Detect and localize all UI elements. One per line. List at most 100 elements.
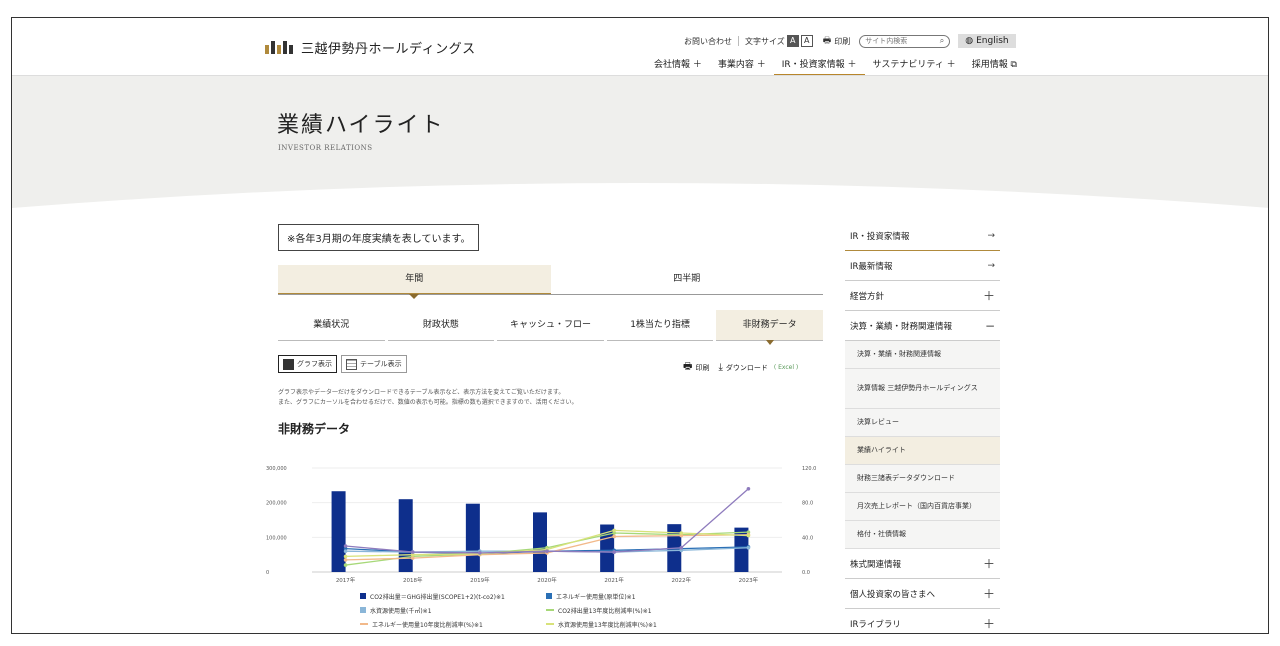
- sidebar-item-label: 株式関連情報: [850, 559, 902, 570]
- sidebar-subitem[interactable]: 業績ハイライト: [845, 437, 1000, 465]
- x-tick-label: 2018年: [403, 576, 423, 584]
- tab-quarterly[interactable]: 四半期: [551, 265, 824, 294]
- data-category-tabs: 業績状況 財政状態 キャッシュ・フロー 1株当たり指標 非財務データ: [278, 310, 823, 341]
- legend-label: エネルギー使用量(原単位)※1: [556, 593, 636, 601]
- sidebar-item-label: IRライブラリ: [850, 619, 901, 630]
- sidebar-item-label: 決算・業績・財務関連情報: [850, 321, 953, 332]
- y-right-tick-label: 0.0: [802, 570, 810, 576]
- sidebar-subitem[interactable]: 格付・社債情報: [845, 521, 1000, 549]
- legend-label: 水資源使用量13年度比削減率(%)※1: [558, 621, 657, 629]
- bar: [331, 491, 346, 572]
- tab-financial-position[interactable]: 財政状態: [387, 310, 495, 341]
- sidebar-item[interactable]: 経営方針 ＋: [845, 281, 1000, 311]
- legend-swatch: [546, 593, 552, 599]
- legend-item[interactable]: エネルギー使用量(原単位)※1: [546, 592, 732, 601]
- series-point: [343, 554, 348, 559]
- font-size-small-button[interactable]: A: [800, 35, 813, 47]
- arrow-right-icon: →: [987, 230, 995, 241]
- page-hero: 業績ハイライト INVESTOR RELATIONS: [12, 75, 1268, 210]
- ir-sidebar-nav: IR・投資家情報 → IR最新情報 → 経営方針＋決算・業績・財務関連情報 − 決算・業績・…: [845, 221, 1000, 633]
- download-icon[interactable]: ⤓: [718, 362, 722, 373]
- series-point: [410, 550, 415, 554]
- search-icon[interactable]: ⌕: [940, 36, 944, 46]
- sidebar-item[interactable]: 決算・業績・財務関連情報 −: [845, 311, 1000, 341]
- sidebar-subitem[interactable]: 決算情報 三越伊勢丹ホールディングス: [845, 369, 1000, 409]
- page-title: 業績ハイライト: [277, 113, 445, 138]
- page-subtitle: INVESTOR RELATIONS: [278, 144, 373, 152]
- legend-swatch: [360, 593, 366, 599]
- legend-item[interactable]: 水資源使用量(千㎥)※1: [360, 606, 546, 615]
- table-view-button[interactable]: テーブル表示: [341, 355, 407, 373]
- sidebar-item[interactable]: 株式関連情報 ＋: [845, 549, 1000, 579]
- sidebar-subitem[interactable]: 決算レビュー: [845, 409, 1000, 437]
- tab-cash-flow[interactable]: キャッシュ・フロー: [497, 310, 604, 341]
- bar: [465, 503, 480, 572]
- description-line: また、グラフにカーソルを合わせるだけで、数値の表示も可能。指標の数も選択できます…: [278, 399, 578, 406]
- legend-item[interactable]: 水資源使用量13年度比削減率(%)※1: [546, 620, 732, 629]
- nav-company[interactable]: 会社情報 ＋: [646, 57, 710, 76]
- section-title: 非財務データ: [278, 422, 351, 436]
- sidebar-item[interactable]: 個人投資家の皆さまへ ＋: [845, 579, 1000, 609]
- view-toggle: グラフ表示 テーブル表示: [278, 355, 407, 373]
- font-size-label: 文字サイズ: [745, 36, 785, 46]
- series-point: [343, 549, 348, 553]
- legend-item[interactable]: CO2排出量＝GHG排出量(SCOPE1+2)(t-co2)※1: [360, 592, 546, 601]
- legend-label: CO2排出量＝GHG排出量(SCOPE1+2)(t-co2)※1: [370, 593, 505, 601]
- tab-non-financial[interactable]: 非財務データ: [716, 310, 823, 341]
- search-input[interactable]: [865, 37, 930, 45]
- bar: [533, 512, 547, 572]
- legend-row: エネルギー使用量10年度比削減率(%)※1 水資源使用量13年度比削減率(%)※1: [360, 617, 732, 631]
- sidebar-item-label: IR・投資家情報: [850, 231, 910, 242]
- fiscal-year-notice: ※各年3月期の年度実績を表しています。: [278, 224, 480, 251]
- english-button[interactable]: ◍ English: [958, 34, 1016, 48]
- divider: [738, 36, 739, 46]
- series-point: [343, 544, 348, 548]
- sidebar-item[interactable]: IR・投資家情報 →: [845, 221, 1000, 251]
- legend-item[interactable]: CO2排出量13年度比削減率(%)※1: [546, 606, 732, 615]
- series-point: [679, 545, 684, 550]
- printer-icon[interactable]: 🖶: [683, 359, 692, 376]
- contact-link[interactable]: お問い合わせ: [684, 36, 732, 47]
- period-tabs: 年間 四半期: [278, 265, 823, 295]
- download-link[interactable]: ダウンロード: [726, 363, 768, 373]
- tab-per-share[interactable]: 1株当たり指標: [606, 310, 714, 341]
- nav-ir[interactable]: IR・投資家情報 ＋: [773, 57, 865, 76]
- english-label: English: [976, 36, 1009, 46]
- series-point: [746, 487, 751, 491]
- tab-performance[interactable]: 業績状況: [278, 310, 385, 341]
- sidebar-item[interactable]: IR最新情報 →: [845, 251, 1000, 281]
- tab-annual[interactable]: 年間: [278, 265, 551, 294]
- y-left-tick-label: 200,000: [266, 501, 287, 507]
- browser-viewport: 三越伊勢丹ホールディングス お問い合わせ 文字サイズ A A 🖶 印刷 ⌕ ◍ …: [11, 17, 1269, 634]
- expand-icon: ＋: [982, 289, 995, 303]
- printer-icon[interactable]: 🖶: [823, 33, 832, 49]
- x-tick-label: 2023年: [739, 576, 759, 584]
- graph-view-button[interactable]: グラフ表示: [278, 355, 337, 373]
- print-link[interactable]: 印刷: [834, 36, 850, 47]
- x-tick-label: 2022年: [672, 576, 692, 584]
- nav-recruit[interactable]: 採用情報 ⧉: [964, 57, 1025, 76]
- series-point: [679, 531, 684, 535]
- sidebar-subitem[interactable]: 決算・業績・財務関連情報: [845, 341, 1000, 369]
- collapse-icon: −: [984, 318, 995, 333]
- sidebar-subitem[interactable]: 財務三諸表データダウンロード: [845, 465, 1000, 493]
- series-point: [343, 558, 348, 562]
- site-logo[interactable]: 三越伊勢丹ホールディングス: [265, 38, 476, 57]
- y-right-tick-label: 40.0: [802, 535, 813, 541]
- nav-sustainability[interactable]: サステナビリティ ＋: [865, 57, 964, 76]
- logo-mark-icon: [265, 41, 293, 54]
- nav-business[interactable]: 事業内容 ＋: [710, 57, 774, 76]
- x-tick-label: 2020年: [537, 576, 557, 584]
- sidebar-subitem[interactable]: 月次売上レポート（国内百貨店事業）: [845, 493, 1000, 521]
- sidebar-item[interactable]: IRライブラリ ＋: [845, 609, 1000, 633]
- legend-label: 水資源使用量(千㎥)※1: [370, 607, 432, 615]
- sidebar-item-label: 経営方針: [850, 291, 885, 302]
- y-right-tick-label: 80.0: [802, 501, 813, 507]
- legend-row: CO2排出量＝GHG排出量(SCOPE1+2)(t-co2)※1 エネルギー使用量…: [360, 589, 732, 603]
- series-point: [410, 556, 415, 560]
- table-view-label: テーブル表示: [360, 360, 402, 368]
- print-chart-link[interactable]: 印刷: [695, 363, 709, 373]
- non-financial-chart[interactable]: 300,000 200,000 100,000 0 120.0 80.0 40.0 0.0 20…: [262, 456, 822, 588]
- font-size-large-button[interactable]: A: [786, 35, 799, 47]
- legend-item[interactable]: エネルギー使用量10年度比削減率(%)※1: [360, 620, 546, 629]
